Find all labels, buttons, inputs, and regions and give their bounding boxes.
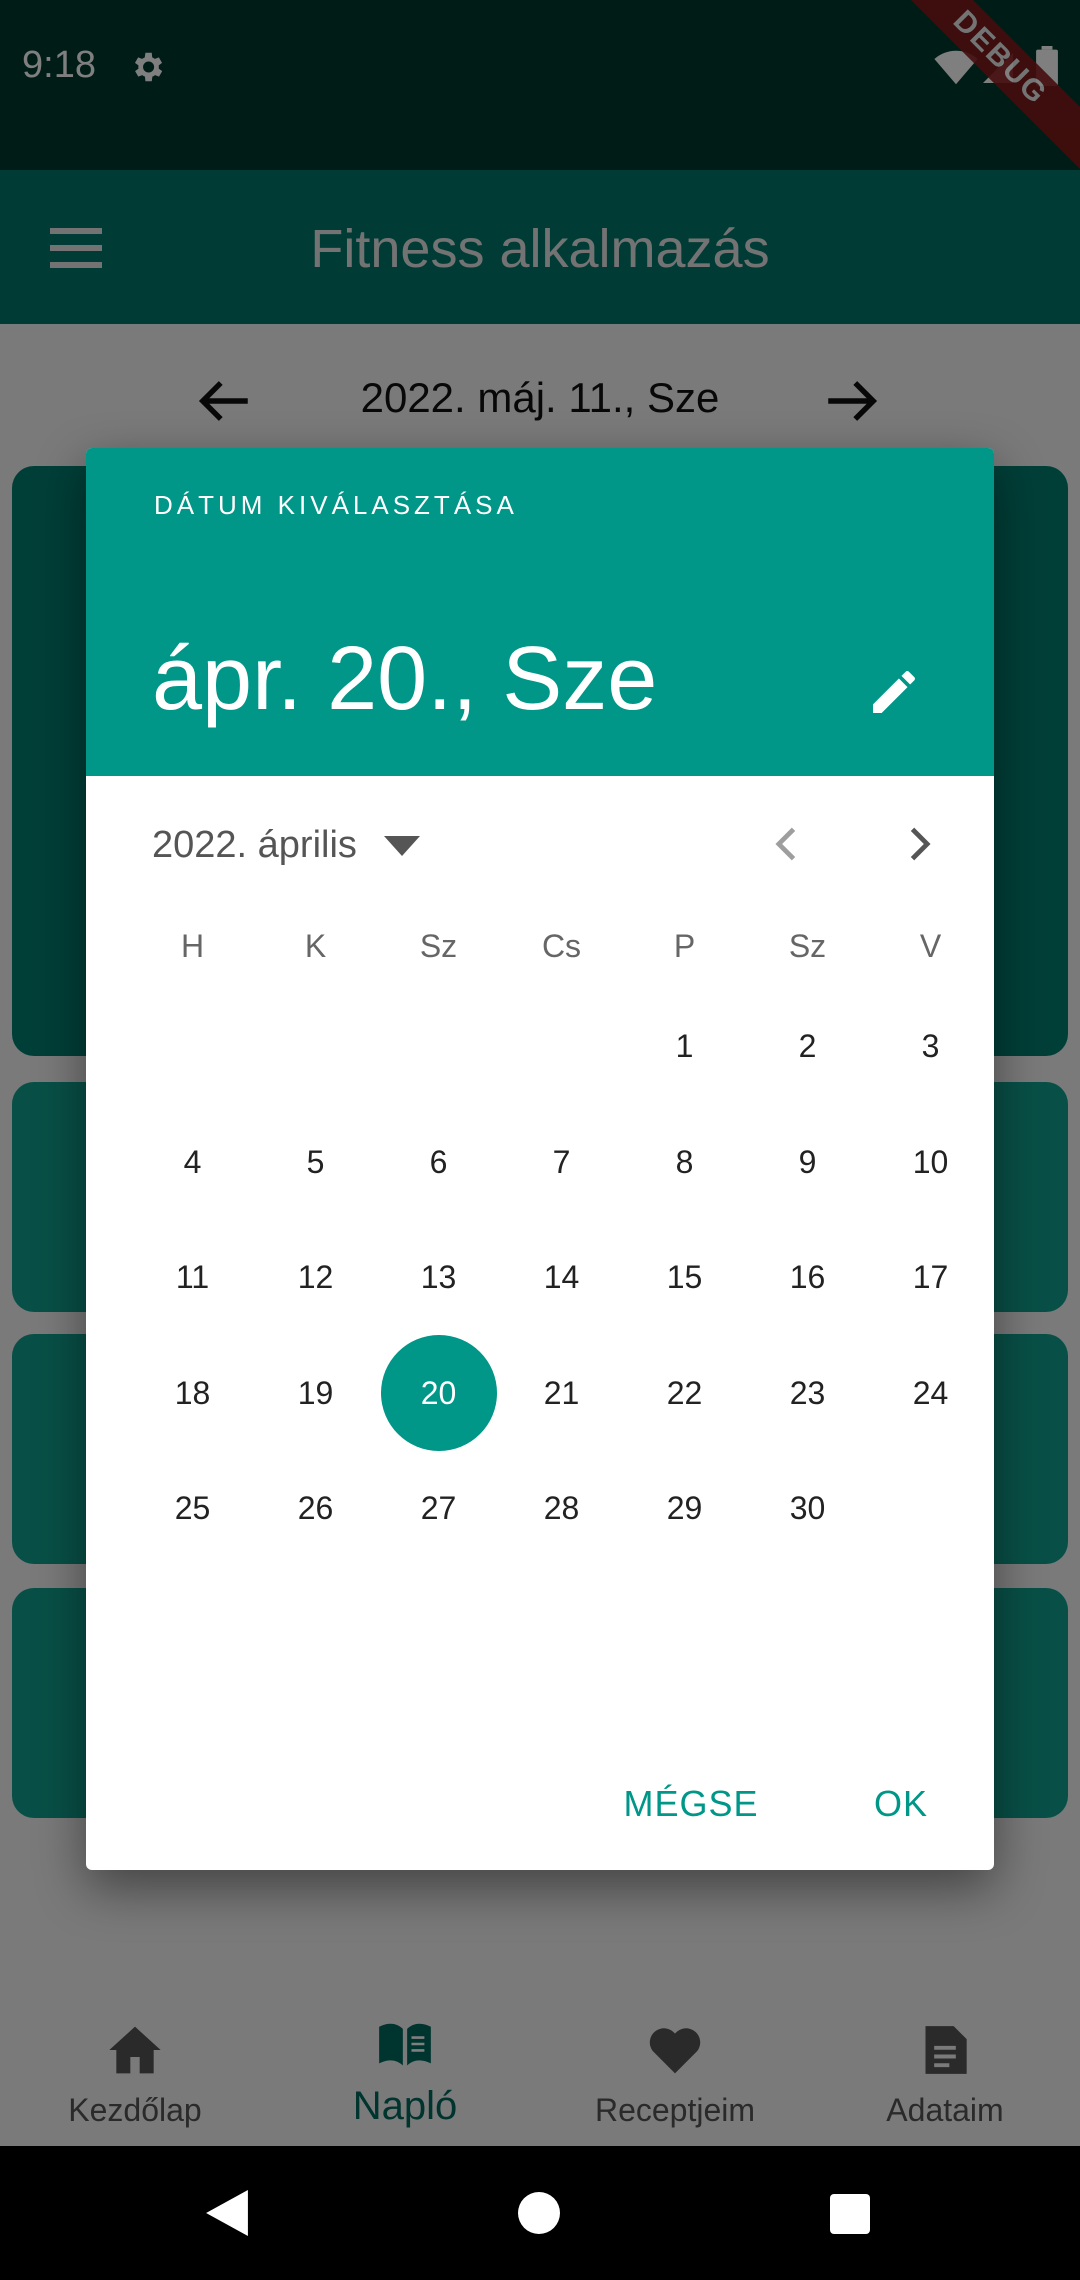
calendar-day[interactable]: 25 — [135, 1450, 251, 1566]
next-month-chevron-icon[interactable] — [896, 822, 940, 866]
system-recents-icon[interactable] — [830, 2194, 870, 2234]
calendar-day[interactable]: 2 — [750, 988, 866, 1104]
date-picker-dialog: DÁTUM KIVÁLASZTÁSA ápr. 20., Sze 2022. á… — [86, 448, 994, 1870]
system-home-icon[interactable] — [518, 2192, 560, 2234]
calendar-day[interactable]: 17 — [873, 1219, 989, 1335]
system-navigation-bar — [0, 2146, 1080, 2280]
cancel-button[interactable]: MÉGSE — [606, 1764, 776, 1844]
calendar-day[interactable]: 15 — [627, 1219, 743, 1335]
calendar-day[interactable]: 22 — [627, 1335, 743, 1451]
weekday-label: Sz — [419, 928, 458, 964]
calendar-day[interactable]: 21 — [504, 1335, 620, 1451]
calendar-day[interactable]: 7 — [504, 1104, 620, 1220]
dialog-actions: MÉGSE OK — [86, 1764, 994, 1844]
calendar-day-grid: 1 2 3 4 5 6 7 8 9 10 11 12 13 14 15 16 17 18 19 20 21 22 23 24 2… — [131, 988, 992, 1568]
calendar-day[interactable]: 9 — [750, 1104, 866, 1220]
previous-month-chevron-icon[interactable] — [766, 822, 810, 866]
calendar-day[interactable]: 19 — [258, 1335, 374, 1451]
weekday-label: V — [919, 928, 942, 964]
calendar-day[interactable]: 13 — [381, 1219, 497, 1335]
weekday-label: K — [304, 928, 327, 964]
calendar-day[interactable]: 8 — [627, 1104, 743, 1220]
month-selector: 2022. április — [86, 776, 994, 916]
calendar-day[interactable]: 23 — [750, 1335, 866, 1451]
calendar-day-selected[interactable]: 20 — [380, 1334, 497, 1451]
weekday-label: Sz — [788, 928, 827, 964]
dropdown-arrow-icon[interactable] — [384, 836, 420, 856]
calendar-day[interactable]: 11 — [135, 1219, 251, 1335]
calendar-day[interactable]: 24 — [873, 1335, 989, 1451]
ok-button[interactable]: OK — [846, 1764, 956, 1844]
calendar-day[interactable]: 28 — [504, 1450, 620, 1566]
weekday-label: Cs — [541, 928, 582, 964]
calendar-day[interactable]: 4 — [135, 1104, 251, 1220]
date-picker-help-text: DÁTUM KIVÁLASZTÁSA — [154, 490, 518, 520]
weekday-label: P — [673, 928, 696, 964]
calendar-day[interactable]: 26 — [258, 1450, 374, 1566]
month-year-label[interactable]: 2022. április — [152, 824, 357, 867]
calendar-day[interactable]: 29 — [627, 1450, 743, 1566]
calendar-day[interactable]: 27 — [381, 1450, 497, 1566]
calendar-day[interactable]: 30 — [750, 1450, 866, 1566]
calendar-day[interactable]: 18 — [135, 1335, 251, 1451]
selected-date-text: ápr. 20., Sze — [152, 629, 658, 729]
date-picker-header: DÁTUM KIVÁLASZTÁSA ápr. 20., Sze — [86, 448, 994, 776]
calendar-day[interactable]: 5 — [258, 1104, 374, 1220]
calendar-day[interactable]: 16 — [750, 1219, 866, 1335]
edit-pencil-icon[interactable] — [866, 664, 922, 720]
calendar-day[interactable]: 14 — [504, 1219, 620, 1335]
calendar-day[interactable]: 3 — [873, 988, 989, 1104]
system-back-icon[interactable] — [206, 2190, 248, 2236]
calendar-day[interactable]: 12 — [258, 1219, 374, 1335]
weekday-label: H — [180, 928, 205, 964]
calendar-day[interactable]: 10 — [873, 1104, 989, 1220]
weekday-header-row: H K Sz Cs P Sz V — [131, 928, 992, 988]
calendar-day[interactable]: 6 — [381, 1104, 497, 1220]
calendar-day[interactable]: 1 — [627, 988, 743, 1104]
